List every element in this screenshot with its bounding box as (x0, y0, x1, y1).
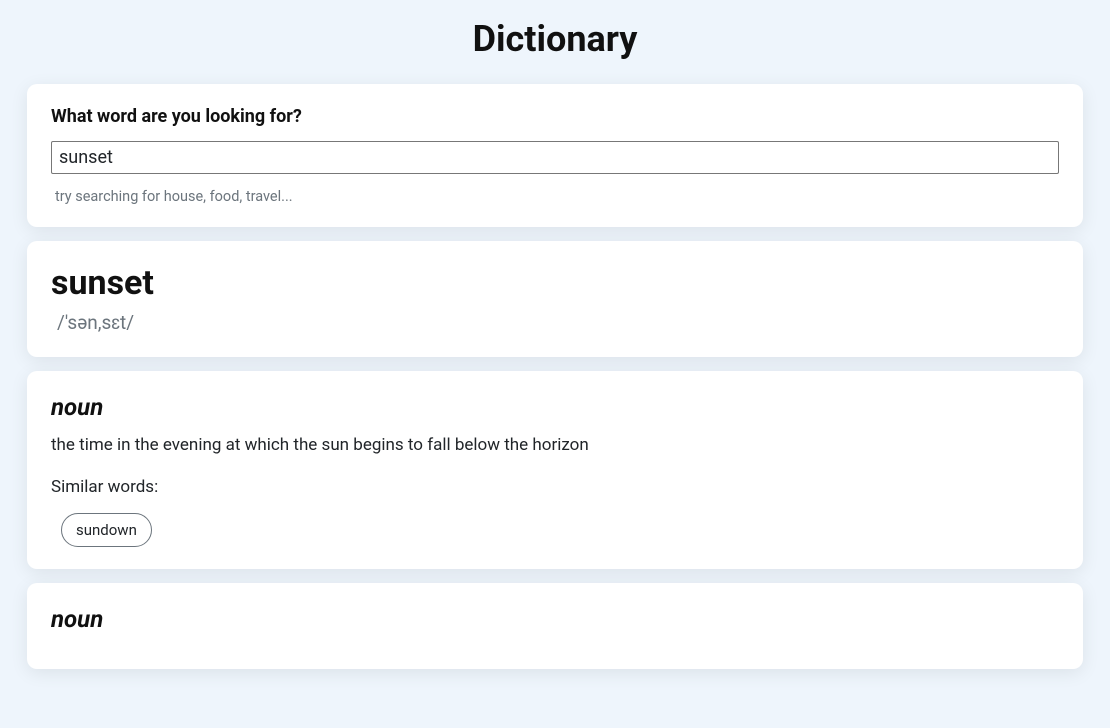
word-title: sunset (51, 263, 1059, 303)
word-card: sunset /'sən,sɛt/ (27, 241, 1083, 357)
part-of-speech: noun (51, 393, 1059, 421)
search-input[interactable] (51, 141, 1059, 174)
search-label: What word are you looking for? (51, 106, 1059, 127)
similar-words-label: Similar words: (51, 477, 1059, 497)
definition-text: the time in the evening at which the sun… (51, 435, 1059, 455)
search-hint: try searching for house, food, travel... (55, 188, 1059, 205)
page-title: Dictionary (0, 0, 1110, 84)
similar-word-chip: sundown (61, 513, 152, 547)
phonetic-text: /'sən,sɛt/ (57, 311, 1059, 335)
meaning-card: noun the time in the evening at which th… (27, 371, 1083, 569)
search-card: What word are you looking for? try searc… (27, 84, 1083, 227)
similar-words-list: sundown (61, 513, 1059, 547)
meaning-card: noun (27, 583, 1083, 669)
part-of-speech: noun (51, 605, 1059, 633)
